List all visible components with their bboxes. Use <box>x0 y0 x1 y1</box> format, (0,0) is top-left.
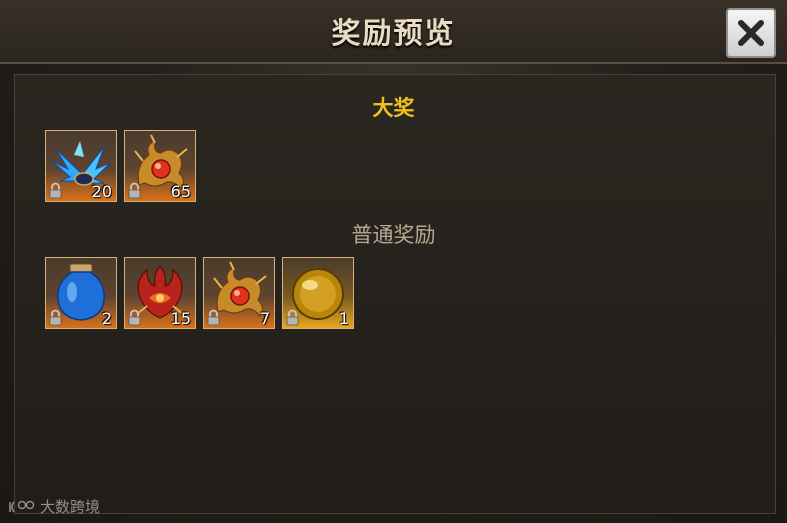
watermark-text: 大数跨境 <box>40 498 101 516</box>
item-quantity: 7 <box>259 309 270 328</box>
item-quantity: 65 <box>170 182 191 201</box>
item-quantity: 15 <box>170 309 191 328</box>
red-flame-dragon-item[interactable]: 15 <box>124 257 196 329</box>
reward-preview-window: 奖励预览 大奖 20 65 普通奖励 2 15 7 1 大数跨境 <box>0 0 787 523</box>
lock-icon <box>207 309 220 326</box>
golden-orb-dragon-item[interactable]: 7 <box>203 257 275 329</box>
close-icon <box>738 20 764 46</box>
lock-icon <box>128 309 141 326</box>
lock-icon <box>49 182 62 199</box>
lock-icon <box>286 309 299 326</box>
item-quantity: 20 <box>91 182 112 201</box>
golden-orb-dragon-item[interactable]: 65 <box>124 130 196 202</box>
window-header: 奖励预览 <box>0 0 787 64</box>
watermark-logo-icon <box>9 500 35 512</box>
grand-prize-title: 大奖 <box>372 96 415 120</box>
item-quantity: 2 <box>101 309 112 328</box>
window-title: 奖励预览 <box>331 16 456 50</box>
blue-jar-item[interactable]: 2 <box>45 257 117 329</box>
watermark: 大数跨境 <box>8 496 100 517</box>
amber-sphere-item[interactable]: 1 <box>282 257 354 329</box>
normal-rewards-title: 普通奖励 <box>351 223 436 247</box>
item-quantity: 1 <box>338 309 349 328</box>
lock-icon <box>128 182 141 199</box>
lock-icon <box>49 309 62 326</box>
blue-wings-item[interactable]: 20 <box>45 130 117 202</box>
close-button[interactable] <box>726 8 776 58</box>
